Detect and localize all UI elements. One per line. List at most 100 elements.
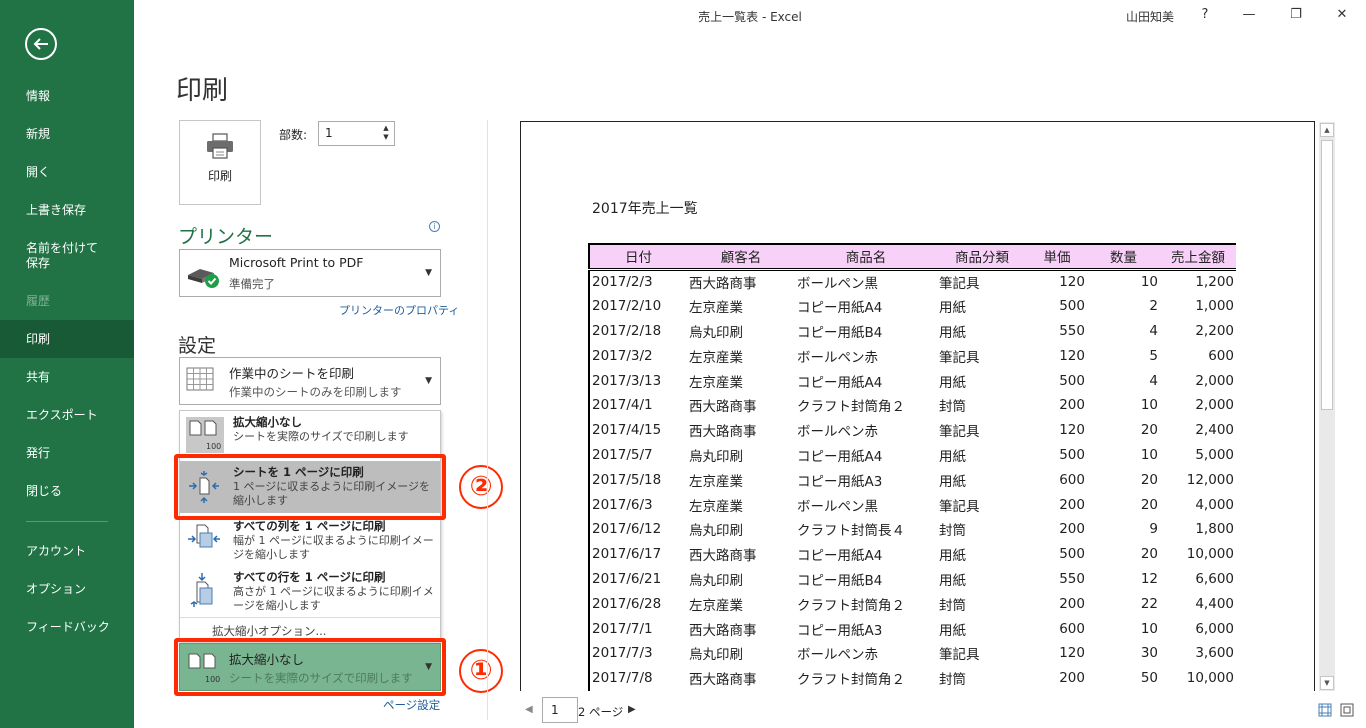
table-cell: 左京産業	[689, 473, 743, 490]
printer-name: Microsoft Print to PDF	[229, 255, 364, 270]
page-title: 印刷	[176, 76, 229, 106]
table-row: 2017/2/10 左京産業 コピー用紙A4 用紙 500 2 1,000	[588, 293, 1236, 319]
scroll-thumb[interactable]	[1321, 140, 1333, 410]
table-cell: 2017/6/21	[588, 566, 687, 592]
table-cell: 22	[1140, 595, 1158, 612]
menu-item-no-scaling[interactable]: 100 拡大縮小なし シートを実際のサイズで印刷します	[180, 411, 440, 459]
table-cell: 600	[1059, 620, 1085, 637]
previous-page-icon[interactable]: ◀	[525, 704, 533, 715]
printer-heading: プリンター	[178, 226, 274, 248]
info-icon[interactable]: i	[429, 221, 440, 232]
nav-feedback[interactable]: フィードバック	[0, 620, 134, 635]
table-cell: 用紙	[939, 374, 966, 391]
table-cell: 20	[1140, 496, 1158, 513]
table-cell: 10,000	[1186, 546, 1234, 563]
zoom-to-page-icon[interactable]	[1340, 703, 1354, 717]
printer-icon	[207, 133, 233, 159]
table-cell: 左京産業	[689, 300, 743, 317]
table-cell: 200	[1059, 397, 1085, 414]
table-cell: 筆記具	[939, 498, 980, 515]
printer-properties-link[interactable]: プリンターのプロパティ	[339, 302, 459, 318]
table-cell: クラフト封筒長４	[797, 523, 905, 540]
table-cell: 550	[1059, 570, 1085, 587]
nav-print[interactable]: 印刷	[0, 320, 134, 358]
table-cell: 2,200	[1195, 322, 1234, 339]
table-cell: 1,200	[1195, 274, 1234, 291]
copies-label: 部数:	[279, 128, 308, 142]
page-total: 2 ページ	[578, 705, 624, 719]
title-bar: 売上一覧表 - Excel 山田知美 ? — ❐ ✕	[134, 0, 1366, 32]
sheet-grid-icon	[186, 367, 214, 391]
print-scope-dropdown[interactable]: 作業中のシートを印刷 作業中のシートのみを印刷します ▼	[179, 357, 441, 405]
table-cell: 4,000	[1195, 496, 1234, 513]
table-cell: 左京産業	[689, 597, 743, 614]
table-cell: 封筒	[939, 399, 966, 416]
menu-item-description: 幅が 1 ページに収まるように印刷イメージを縮小します	[233, 534, 434, 561]
table-cell: コピー用紙B4	[797, 572, 883, 589]
page-number-input[interactable]: 1	[542, 697, 578, 723]
table-cell: 西大路商事	[689, 276, 757, 293]
table-row: 2017/3/2 左京産業 ボールペン赤 筆記具 120 5 600	[588, 343, 1236, 369]
table-cell: 30	[1140, 645, 1158, 662]
nav-info[interactable]: 情報	[0, 89, 134, 104]
show-margins-icon[interactable]	[1318, 703, 1332, 717]
sheet-title: 2017年売上一覧	[592, 201, 698, 217]
back-button[interactable]	[25, 28, 57, 60]
nav-publish[interactable]: 発行	[0, 446, 134, 461]
nav-save[interactable]: 上書き保存	[0, 203, 134, 218]
restore-button[interactable]: ❐	[1283, 4, 1309, 26]
nav-export[interactable]: エクスポート	[0, 408, 134, 423]
table-cell: ボールペン赤	[797, 424, 878, 441]
table-cell: 用紙	[939, 324, 966, 341]
table-cell: コピー用紙A3	[797, 622, 883, 639]
scroll-up-icon[interactable]: ▲	[1320, 123, 1334, 137]
back-arrow-icon	[33, 38, 48, 50]
table-cell: 封筒	[939, 523, 966, 540]
fit-columns-icon	[188, 524, 220, 548]
menu-separator	[180, 617, 440, 618]
scroll-down-icon[interactable]: ▼	[1320, 676, 1334, 690]
table-cell: 500	[1059, 446, 1085, 463]
menu-item-fit-all-columns[interactable]: すべての列を 1 ページに印刷 幅が 1 ページに収まるように印刷イメージを縮小…	[180, 515, 440, 565]
nav-options[interactable]: オプション	[0, 582, 134, 597]
preview-scrollbar[interactable]: ▲ ▼	[1319, 122, 1335, 691]
nav-account[interactable]: アカウント	[0, 544, 134, 559]
nav-share[interactable]: 共有	[0, 370, 134, 385]
table-cell: 西大路商事	[689, 672, 757, 689]
column-header: 数量	[1087, 243, 1160, 271]
scaling-options-link[interactable]: 拡大縮小オプション...	[212, 623, 326, 639]
minimize-button[interactable]: —	[1236, 4, 1262, 26]
copies-stepper[interactable]: ▲ ▼	[381, 124, 391, 142]
printer-dropdown[interactable]: Microsoft Print to PDF 準備完了 ▼	[179, 249, 441, 297]
table-cell: 烏丸印刷	[689, 523, 743, 540]
settings-heading: 設定	[178, 335, 217, 357]
table-row: 2017/5/7 烏丸印刷 コピー用紙A4 用紙 500 10 5,000	[588, 442, 1236, 468]
nav-close[interactable]: 閉じる	[0, 484, 134, 499]
column-header: 商品名	[795, 243, 937, 271]
table-cell: 封筒	[939, 672, 966, 689]
copies-value: 1	[325, 126, 333, 140]
close-button[interactable]: ✕	[1329, 4, 1355, 26]
nav-open[interactable]: 開く	[0, 165, 134, 180]
menu-item-fit-all-rows[interactable]: すべての行を 1 ページに印刷 高さが 1 ページに収まるように印刷イメージを縮…	[180, 566, 440, 616]
table-cell: 500	[1059, 372, 1085, 389]
user-name[interactable]: 山田知美	[1126, 8, 1174, 25]
help-button[interactable]: ?	[1192, 4, 1218, 26]
table-cell: 1,000	[1195, 298, 1234, 315]
page-setup-link[interactable]: ページ設定	[383, 697, 440, 713]
callout-one: ①	[459, 649, 503, 693]
table-cell: コピー用紙A4	[797, 548, 883, 565]
print-button[interactable]: 印刷	[179, 120, 261, 205]
table-cell: 2017/4/1	[588, 392, 687, 418]
nav-new[interactable]: 新規	[0, 127, 134, 142]
table-cell: 用紙	[939, 572, 966, 589]
print-button-label: 印刷	[207, 169, 232, 183]
nav-save-as-line1[interactable]: 名前を付けて	[0, 241, 134, 256]
table-cell: 2017/7/3	[588, 640, 687, 666]
table-row: 2017/3/13 左京産業 コピー用紙A4 用紙 500 4 2,000	[588, 368, 1236, 393]
table-cell: 筆記具	[939, 276, 980, 293]
nav-save-as-line2[interactable]: 保存	[0, 256, 134, 271]
next-page-icon[interactable]: ▶	[628, 704, 636, 715]
copies-input[interactable]: 1 ▲ ▼	[318, 121, 395, 146]
table-row: 2017/6/12 烏丸印刷 クラフト封筒長４ 封筒 200 9 1,800	[588, 516, 1236, 542]
